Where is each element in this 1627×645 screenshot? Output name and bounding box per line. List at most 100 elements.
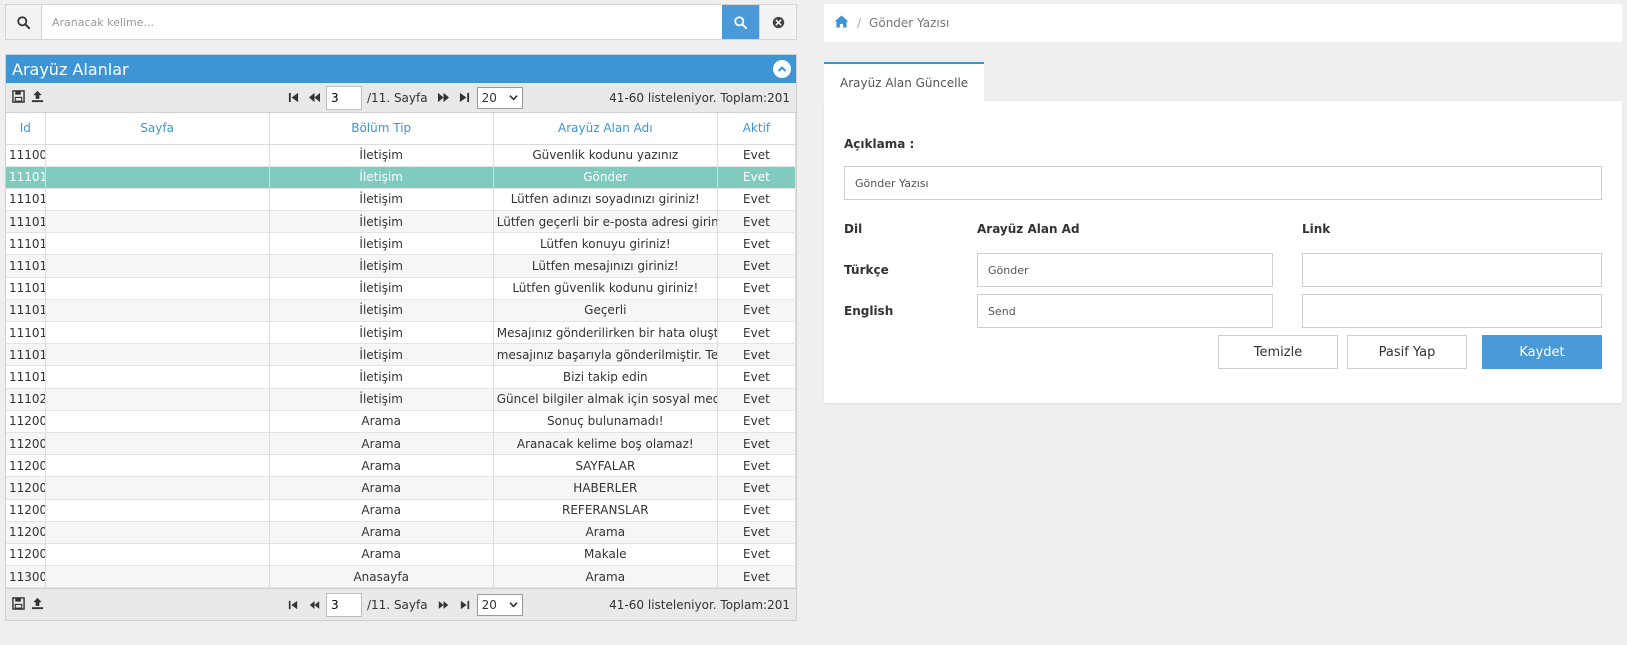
table-row[interactable]: 11200 Arama Aranacak kelime boş olamaz! Eve… <box>6 432 797 456</box>
pager-nav: /11. Sayfa 20 <box>284 589 523 620</box>
search-input[interactable] <box>42 5 722 39</box>
cell-active: Evet <box>717 410 797 433</box>
table-row[interactable]: 11101 İletişim Lütfen geçerli bir e-posta … <box>6 210 797 234</box>
page-number-input[interactable] <box>326 85 362 110</box>
search-button[interactable] <box>722 5 759 39</box>
first-page-icon[interactable] <box>284 89 302 107</box>
table-row[interactable]: 11101 İletişim Geçerli Evet <box>6 299 797 323</box>
cell-field-name: Arama <box>493 521 718 544</box>
table-row[interactable]: 11200 Arama Makale Evet <box>6 543 797 567</box>
cell-id: 11300 <box>6 565 46 589</box>
turkish-name-input[interactable] <box>977 253 1273 287</box>
column-label-link: Link <box>1302 222 1331 236</box>
first-page-icon[interactable] <box>284 596 302 614</box>
cell-page <box>45 565 270 589</box>
table-row[interactable]: 11101 İletişim Lütfen konuyu giriniz! Evet <box>6 232 797 256</box>
previous-page-icon[interactable] <box>305 596 323 614</box>
left-column: Arayüz Alanlar /11. Sayfa 20 41-60 liste… <box>5 4 797 622</box>
next-page-icon[interactable] <box>435 89 453 107</box>
column-header-active[interactable]: Aktif <box>717 113 797 145</box>
cell-page <box>45 232 270 256</box>
page-count: /11. Sayfa <box>367 597 428 612</box>
cell-page <box>45 188 270 212</box>
clear-button[interactable]: Temizle <box>1218 335 1338 369</box>
cell-section-type: İletişim <box>269 210 494 234</box>
next-page-icon[interactable] <box>435 596 453 614</box>
cell-section-type: Arama <box>269 476 494 500</box>
cell-page <box>45 166 270 189</box>
table-row[interactable]: 11101 İletişim Lütfen adınızı soyadınızı g… <box>6 188 797 212</box>
tab-update-field[interactable]: Arayüz Alan Güncelle <box>824 62 985 102</box>
table-row[interactable]: 11101 İletişim mesajınız başarıyla gönderi… <box>6 343 797 367</box>
home-icon[interactable] <box>834 15 849 31</box>
table-row[interactable]: 11200 Arama Sonuç bulunamadı! Evet <box>6 410 797 433</box>
column-header-field-name[interactable]: Arayüz Alan Adı <box>493 113 718 145</box>
cell-page <box>45 543 270 567</box>
cell-field-name: Lütfen güvenlik kodunu giriniz! <box>493 277 718 300</box>
page-size-select[interactable]: 20 <box>476 593 523 616</box>
description-input[interactable] <box>844 166 1602 200</box>
make-passive-button[interactable]: Pasif Yap <box>1347 335 1467 369</box>
table-row[interactable]: 11200 Arama SAYFALAR Evet <box>6 454 797 478</box>
cell-active: Evet <box>717 188 797 212</box>
cell-active: Evet <box>717 454 797 478</box>
clear-search-button[interactable] <box>759 5 796 39</box>
table-row[interactable]: 11101 İletişim Bizi takip edin Evet <box>6 365 797 389</box>
cell-id: 11101 <box>6 343 46 367</box>
column-header-page[interactable]: Sayfa <box>45 113 270 145</box>
column-header-section-type[interactable]: Bölüm Tip <box>269 113 494 145</box>
table-row[interactable]: 11102 İletişim Güncel bilgiler almak için … <box>6 388 797 411</box>
cell-section-type: İletişim <box>269 144 494 167</box>
previous-page-icon[interactable] <box>305 89 323 107</box>
cell-section-type: Arama <box>269 543 494 567</box>
save-icon[interactable] <box>12 89 25 106</box>
page-number-input[interactable] <box>326 592 362 617</box>
language-label-english: English <box>844 304 894 318</box>
last-page-icon[interactable] <box>456 596 474 614</box>
pager-tools <box>12 83 44 112</box>
table-row[interactable]: 11200 Arama REFERANSLAR Evet <box>6 499 797 522</box>
save-icon[interactable] <box>12 596 25 613</box>
cell-section-type: Anasayfa <box>269 565 494 589</box>
breadcrumb-separator: / <box>857 16 862 30</box>
save-button[interactable]: Kaydet <box>1482 335 1602 369</box>
table-row[interactable]: 11200 Arama HABERLER Evet <box>6 476 797 500</box>
cell-active: Evet <box>717 388 797 411</box>
cell-field-name: mesajınız başarıyla gönderilmiştir. Teşe <box>493 343 718 367</box>
cell-active: Evet <box>717 543 797 567</box>
cell-active: Evet <box>717 476 797 500</box>
cell-page <box>45 410 270 433</box>
export-icon[interactable] <box>31 90 44 106</box>
column-label-language: Dil <box>844 222 863 236</box>
cell-section-type: Arama <box>269 432 494 456</box>
table-row[interactable]: 11100 İletişim Güvenlik kodunu yazınız Evet <box>6 144 797 167</box>
table-row[interactable]: 11101 İletişim Gönder Evet <box>6 166 797 189</box>
table-row[interactable]: 11300 Anasayfa Arama Evet <box>6 565 797 589</box>
cell-page <box>45 254 270 278</box>
cell-field-name: Lütfen mesajınızı giriniz! <box>493 254 718 278</box>
table-row[interactable]: 11200 Arama Arama Evet <box>6 521 797 544</box>
collapse-up-icon[interactable] <box>773 60 791 78</box>
cell-active: Evet <box>717 432 797 456</box>
cell-field-name: Mesajınız gönderilirken bir hata oluştu. <box>493 321 718 345</box>
cell-section-type: Arama <box>269 521 494 544</box>
pager-tools <box>12 589 44 620</box>
turkish-link-input[interactable] <box>1302 253 1602 287</box>
last-page-icon[interactable] <box>456 89 474 107</box>
cell-page <box>45 499 270 522</box>
column-label-field-name: Arayüz Alan Ad <box>977 222 1080 236</box>
cell-page <box>45 365 270 389</box>
table-row[interactable]: 11101 İletişim Mesajınız gönderilirken bir… <box>6 321 797 345</box>
english-link-input[interactable] <box>1302 294 1602 328</box>
page-size-select[interactable]: 20 <box>476 86 523 109</box>
cell-section-type: İletişim <box>269 365 494 389</box>
table-row[interactable]: 11101 İletişim Lütfen güvenlik kodunu giri… <box>6 277 797 300</box>
export-icon[interactable] <box>31 597 44 613</box>
english-name-input[interactable] <box>977 294 1273 328</box>
cell-id: 11101 <box>6 232 46 256</box>
column-header-id[interactable]: Id <box>6 113 46 145</box>
table-row[interactable]: 11101 İletişim Lütfen mesajınızı giriniz! E… <box>6 254 797 278</box>
cell-section-type: İletişim <box>269 321 494 345</box>
cell-page <box>45 454 270 478</box>
search-icon <box>734 15 747 29</box>
